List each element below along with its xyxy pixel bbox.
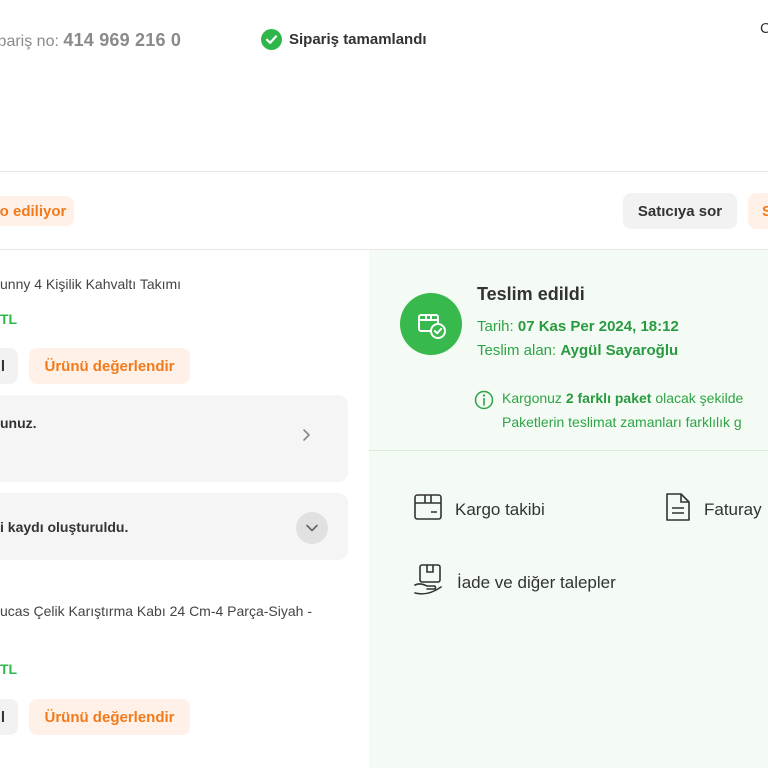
returns-link[interactable]: İade ve diğer talepler [413, 563, 616, 602]
package-note-line2: Paketlerin teslimat zamanları farklılık … [502, 414, 742, 430]
delivery-date: Tarih: 07 Kas Per 2024, 18:12 [477, 318, 679, 335]
cargo-tracking-label: Kargo takibi [455, 499, 545, 519]
order-label: ipariş no: [0, 33, 59, 50]
order-status-text: Sipariş tamamlandı [289, 31, 427, 48]
check-circle-icon [261, 29, 282, 50]
review-product-button[interactable]: Ürünü değerlendir [29, 348, 190, 384]
cargo-tracking-link[interactable]: Kargo takibi [413, 492, 545, 527]
package-note-prefix: Kargonuz [502, 390, 562, 406]
invoice-link[interactable]: Faturay [664, 492, 762, 527]
delivery-status-title: Teslim edildi [477, 284, 585, 304]
chevron-right-icon [302, 428, 312, 447]
shipment-status-badge: o ediliyor [0, 196, 74, 226]
package-delivered-icon [400, 293, 462, 355]
package-note: Kargonuz 2 farklı paket olacak şekilde [502, 390, 743, 406]
product-title[interactable]: ucas Çelik Karıştırma Kabı 24 Cm-4 Parça… [0, 603, 312, 619]
info-card[interactable]: i kaydı oluşturuldu. [0, 493, 348, 560]
order-status: Sipariş tamamlandı [261, 29, 427, 50]
info-card-text: unuz. [0, 415, 37, 431]
chevron-down-icon[interactable] [296, 512, 328, 544]
package-count: 2 farklı paket [565, 390, 652, 406]
product-price: TL [0, 661, 18, 677]
header-divider [0, 171, 768, 172]
info-card[interactable]: unuz. [0, 395, 348, 482]
delivery-date-label: Tarih: [477, 318, 514, 335]
delivery-panel-divider [369, 450, 768, 451]
order-number-label: ipariş no: 414 969 216 0 [0, 30, 181, 51]
return-package-icon [413, 563, 445, 602]
returns-label: İade ve diğer talepler [457, 572, 616, 592]
header-corner-text: C [760, 20, 768, 37]
info-icon [474, 389, 494, 416]
box-icon [413, 492, 443, 527]
delivery-receiver-label: Teslim alan: [477, 342, 557, 359]
product-action-button[interactable]: l [0, 348, 18, 384]
document-icon [664, 492, 692, 527]
package-note-suffix: olacak şekilde [655, 390, 744, 406]
delivery-receiver-value: Aygül Sayaroğlu [560, 342, 679, 359]
secondary-action-button[interactable]: S [748, 193, 768, 229]
info-card-text: i kaydı oluşturuldu. [0, 519, 129, 535]
product-action-button[interactable]: l [0, 699, 18, 735]
product-title[interactable]: unny 4 Kişilik Kahvaltı Takımı [0, 276, 181, 292]
review-product-button[interactable]: Ürünü değerlendir [29, 699, 190, 735]
product-price: TL [0, 311, 18, 327]
ask-seller-button[interactable]: Satıcıya sor [623, 193, 737, 229]
invoice-label: Faturay [704, 499, 762, 519]
order-number: 414 969 216 0 [63, 30, 182, 50]
delivery-receiver: Teslim alan: Aygül Sayaroğlu [477, 342, 678, 359]
delivery-date-value: 07 Kas Per 2024, 18:12 [517, 318, 679, 335]
